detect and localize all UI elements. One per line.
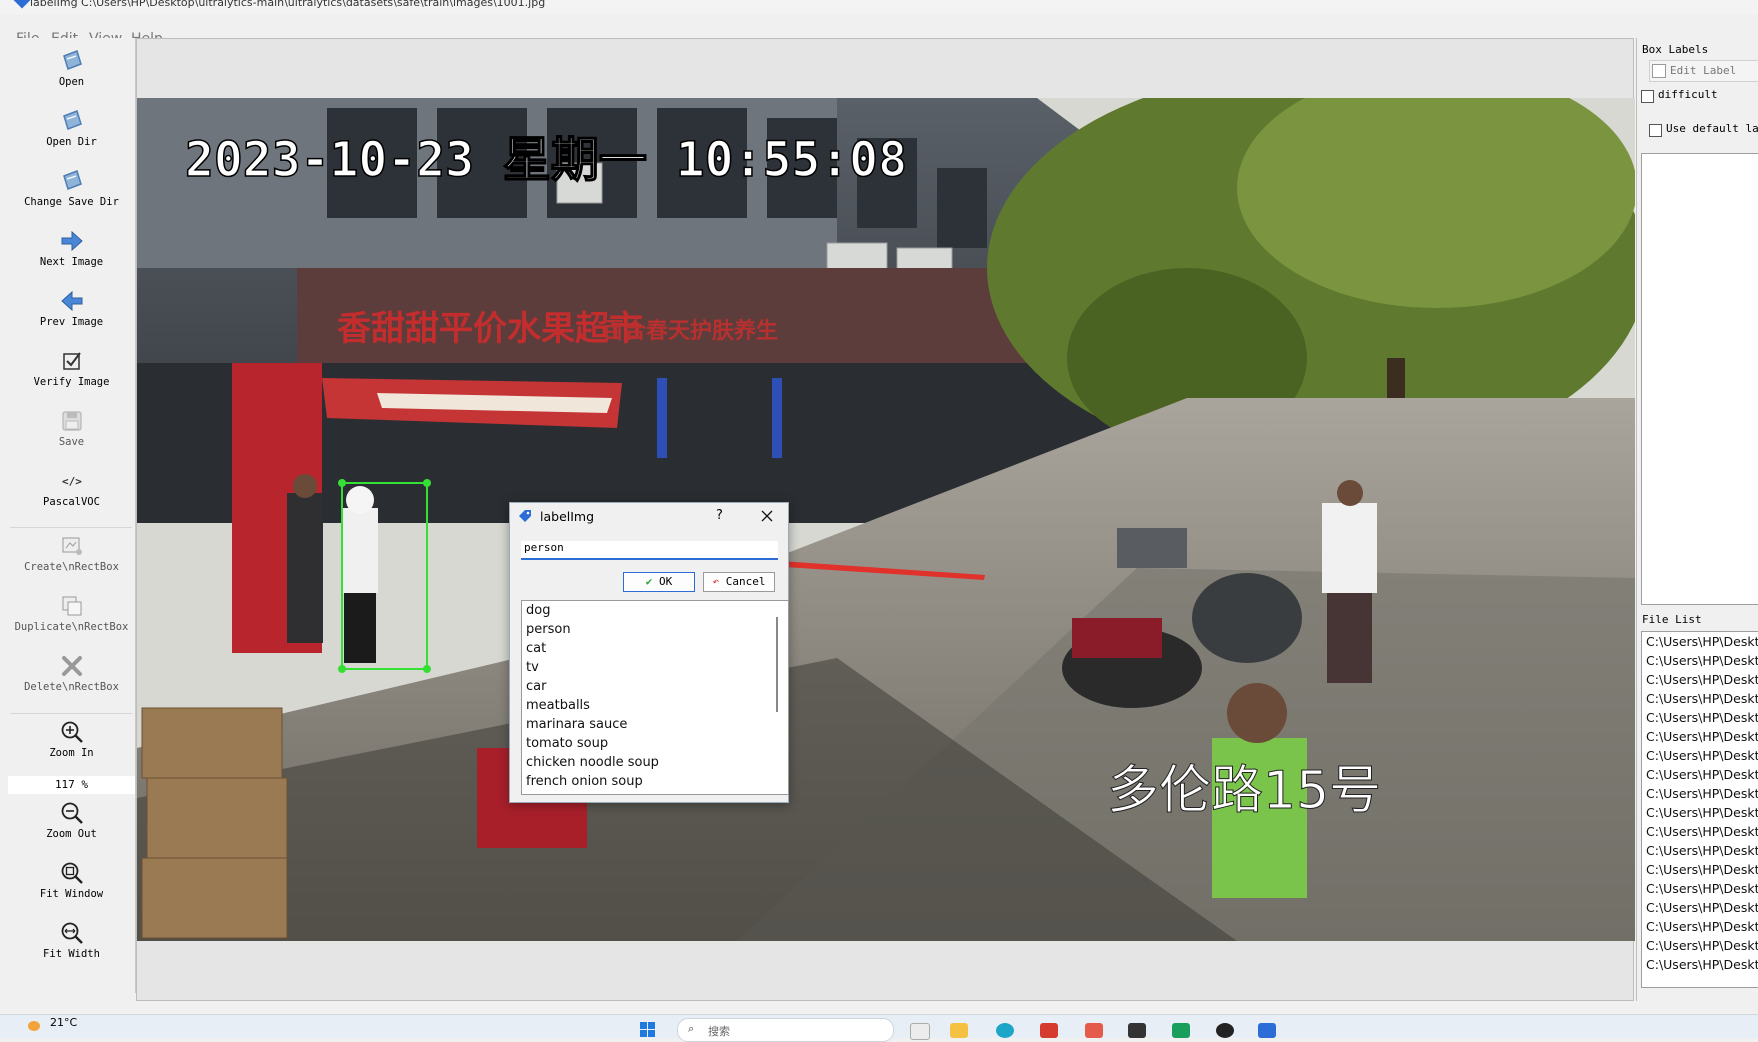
label-list-item[interactable]: car [522, 677, 788, 696]
ok-button[interactable]: ✔ OK [623, 572, 695, 592]
label-list-item[interactable]: tv [522, 658, 788, 677]
label-list-item[interactable]: marinara sauce [522, 715, 788, 734]
label-list-item[interactable]: french onion soup [522, 772, 788, 791]
windows-start-icon[interactable] [640, 1022, 655, 1037]
weather-icon [28, 1021, 40, 1031]
weather-text: 21°C [50, 1016, 78, 1029]
label-input[interactable]: person [521, 541, 778, 560]
taskbar-app-icon[interactable] [1040, 1023, 1058, 1038]
label-list-item[interactable]: dog [522, 601, 788, 620]
close-icon[interactable] [761, 510, 773, 522]
taskbar-app-icon[interactable] [1085, 1023, 1103, 1038]
label-list[interactable]: dog person cat tv car meatballs marinara… [521, 600, 789, 795]
search-icon: ⌕ [688, 1022, 695, 1035]
cancel-button[interactable]: ↶ Cancel [703, 572, 775, 592]
taskbar-app-icon[interactable] [1128, 1023, 1146, 1038]
taskbar-search[interactable]: ⌕ 搜索 [677, 1018, 894, 1042]
help-button[interactable]: ? [716, 508, 723, 523]
dialog-title: labelImg [540, 509, 595, 524]
label-list-scrollbar[interactable] [776, 617, 778, 712]
annotation-arrows [603, 544, 985, 708]
tag-icon [519, 510, 531, 522]
label-list-item[interactable]: meatballs [522, 696, 788, 715]
taskbar-app-icon[interactable] [910, 1023, 930, 1040]
label-list-item[interactable]: cat [522, 639, 788, 658]
taskbar: 21°C ⌕ 搜索 [0, 1014, 1758, 1042]
taskbar-app-icon[interactable] [1216, 1023, 1234, 1038]
label-list-item[interactable]: chicken noodle soup [522, 753, 788, 772]
check-icon: ✔ [645, 575, 653, 588]
folder-app-icon[interactable] [950, 1023, 968, 1038]
label-dialog: labelImg ? person ✔ OK ↶ Cancel dog pers… [509, 502, 789, 803]
label-list-item[interactable]: tomato soup [522, 734, 788, 753]
taskbar-app-icon[interactable] [1172, 1023, 1190, 1038]
ok-label: OK [659, 575, 673, 588]
label-list-item[interactable]: person [522, 620, 788, 639]
labelimg-app-icon[interactable] [1258, 1023, 1276, 1038]
cancel-label: Cancel [725, 575, 766, 588]
browser-app-icon[interactable] [996, 1023, 1014, 1038]
cancel-icon: ↶ [712, 575, 720, 588]
